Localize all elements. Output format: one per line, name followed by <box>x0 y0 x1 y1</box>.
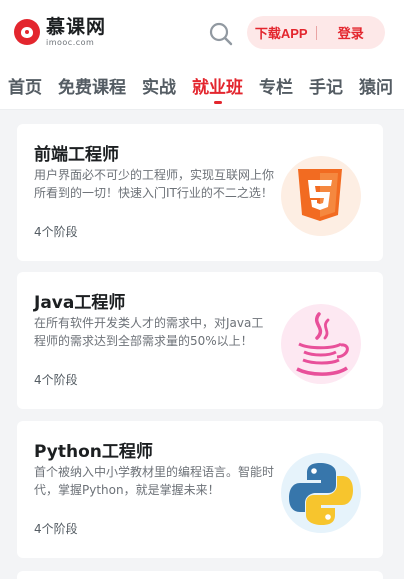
java-icon <box>281 304 361 384</box>
course-stages: 4个阶段 <box>34 373 78 387</box>
html5-icon <box>281 156 361 236</box>
tab-free-courses[interactable]: 免费课程 <box>58 73 126 98</box>
tab-notes[interactable]: 手记 <box>309 73 343 98</box>
course-title: 前端工程师 <box>34 145 119 165</box>
course-title: Python工程师 <box>34 442 153 462</box>
search-button[interactable] <box>207 20 235 48</box>
course-card-frontend[interactable]: 前端工程师 用户界面必不可少的工程师，实现互联网上你所看到的一切！快速入门IT行… <box>17 124 383 261</box>
course-description: 用户界面必不可少的工程师，实现互联网上你所看到的一切！快速入门IT行业的不二之选… <box>34 168 275 200</box>
tab-career-class-label: 就业班 <box>192 78 243 98</box>
course-card-python[interactable]: Python工程师 首个被纳入中小学教材里的编程语言。智能时代，掌握Python… <box>17 421 383 558</box>
active-tab-indicator <box>213 101 222 104</box>
category-nav: 首页 免费课程 实战 就业班 专栏 手记 猿问 <box>0 64 404 110</box>
search-icon <box>209 22 233 46</box>
tab-home[interactable]: 首页 <box>8 73 42 98</box>
course-description: 在所有软件开发类人才的需求中，对Java工程师的需求达到全部需求量的50%以上！ <box>34 316 264 348</box>
header-actions: 下载APP 登录 <box>247 16 385 49</box>
logo-text: 慕课网 imooc.com <box>46 15 107 47</box>
tab-column[interactable]: 专栏 <box>259 73 293 98</box>
tab-qa[interactable]: 猿问 <box>359 73 393 98</box>
tab-career-class[interactable]: 就业班 <box>192 73 243 104</box>
imooc-logo-icon <box>14 19 40 45</box>
course-card-partial <box>17 571 383 579</box>
tab-practical[interactable]: 实战 <box>142 73 176 98</box>
course-card-java[interactable]: Java工程师 在所有软件开发类人才的需求中，对Java工程师的需求达到全部需求… <box>17 272 383 409</box>
course-stages: 4个阶段 <box>34 225 78 239</box>
download-app-button[interactable]: 下载APP <box>247 23 316 42</box>
login-button[interactable]: 登录 <box>317 23 386 42</box>
imooc-logo[interactable]: 慕课网 imooc.com <box>14 16 106 48</box>
course-description: 首个被纳入中小学教材里的编程语言。智能时代，掌握Python，就是掌握未来！ <box>34 465 275 497</box>
course-stages: 4个阶段 <box>34 522 78 536</box>
logo-domain: imooc.com <box>46 37 95 47</box>
logo-name: 慕课网 <box>46 15 107 38</box>
python-icon <box>281 453 361 533</box>
course-title: Java工程师 <box>34 293 126 313</box>
top-header: 慕课网 imooc.com 下载APP 登录 <box>0 0 404 64</box>
